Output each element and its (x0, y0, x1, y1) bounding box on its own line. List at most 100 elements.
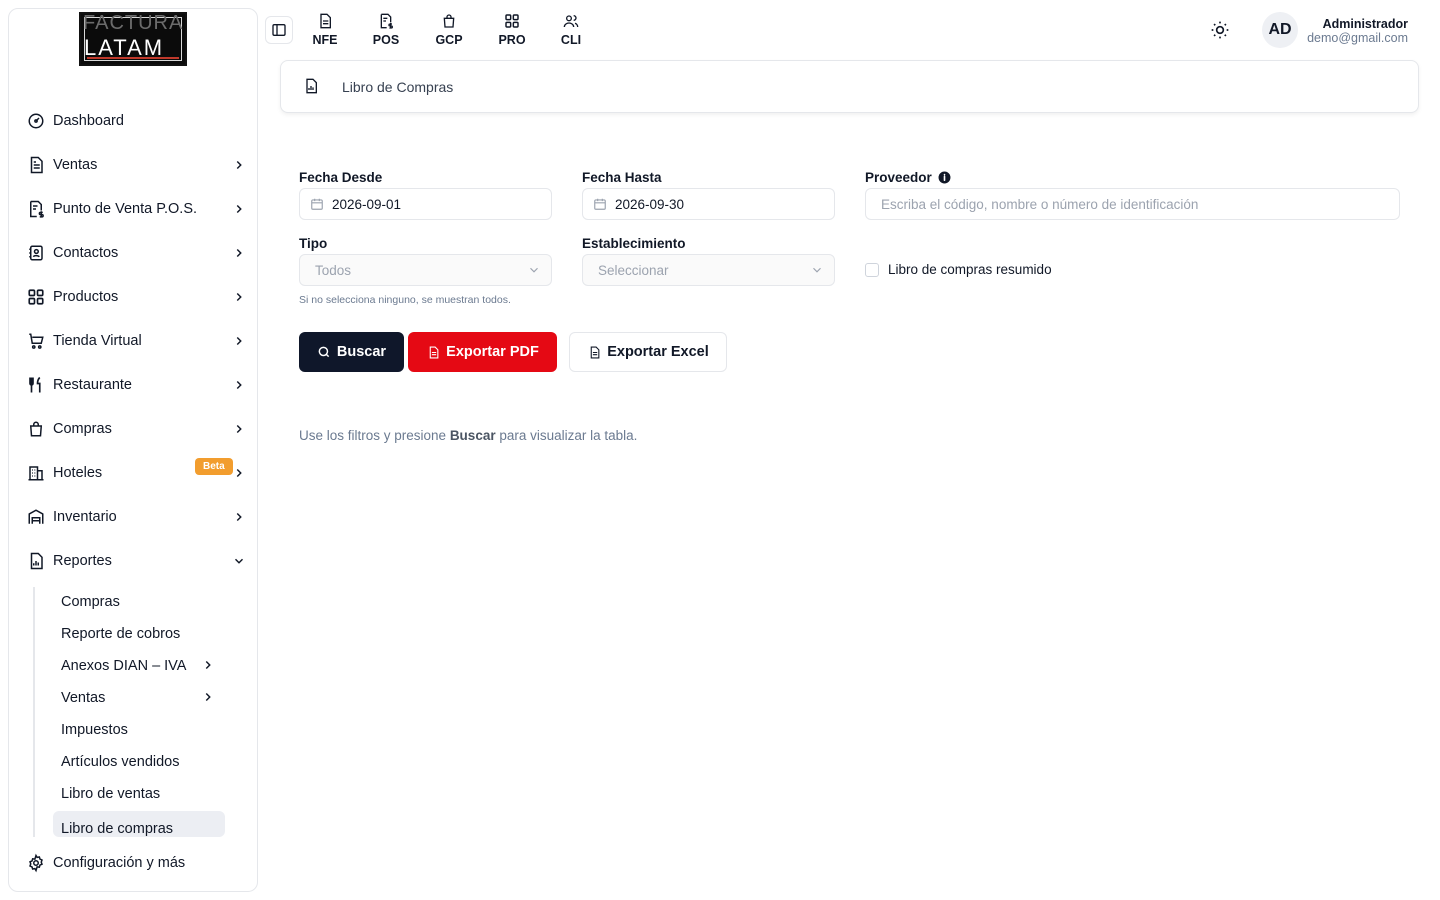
fecha-hasta-input[interactable]: 2026-09-30 (582, 188, 835, 220)
sidebar-item-dashboard[interactable]: Dashboard (25, 103, 251, 139)
submenu-item-compras[interactable]: Compras (53, 587, 225, 617)
tipo-label: Tipo (299, 236, 328, 251)
submenu-item-reporte-cobros[interactable]: Reporte de cobros (53, 619, 225, 649)
sidebar-item-reportes[interactable]: Reportes (25, 543, 251, 579)
tab-gcp[interactable]: GCP (429, 12, 469, 52)
resumido-label[interactable]: Libro de compras resumido (888, 262, 1052, 277)
sun-icon (1211, 21, 1229, 39)
chevron-right-icon (231, 245, 247, 261)
sidebar-item-contactos[interactable]: Contactos (25, 235, 251, 271)
submenu-item-label: Libro de compras (61, 821, 174, 837)
resumido-checkbox[interactable] (865, 263, 879, 277)
document-icon (426, 345, 440, 359)
sidebar-item-label: Restaurante (53, 377, 132, 393)
sidebar-item-inventario[interactable]: Inventario (25, 499, 251, 535)
sidebar-item-hoteles[interactable]: Hoteles Beta (25, 455, 251, 491)
tab-nfe[interactable]: NFE (305, 12, 345, 52)
page-title: Libro de Compras (342, 79, 454, 95)
sidebar-item-label: Inventario (53, 509, 117, 525)
chevron-right-icon (231, 289, 247, 305)
chevron-right-icon (231, 421, 247, 437)
chevron-right-icon (231, 509, 247, 525)
tab-label: CLI (560, 33, 582, 47)
info-icon[interactable] (938, 171, 951, 184)
calendar-icon (311, 198, 323, 210)
document-icon (587, 345, 601, 359)
fecha-desde-value: 2026-09-01 (332, 196, 402, 212)
sidebar-item-tienda-virtual[interactable]: Tienda Virtual (25, 323, 251, 359)
submenu-item-libro-compras[interactable]: Libro de compras (53, 811, 225, 837)
calendar-icon (594, 198, 606, 210)
beta-badge: Beta (195, 458, 233, 475)
sidebar-item-label: Punto de Venta P.O.S. (53, 201, 198, 217)
chevron-right-icon (231, 377, 247, 393)
shopping-bag-icon (27, 420, 45, 438)
sidebar-item-ventas[interactable]: Ventas (25, 147, 251, 183)
document-icon (317, 12, 333, 30)
chevron-right-icon (231, 333, 247, 349)
hint-after: para visualizar la tabla. (495, 428, 638, 443)
sidebar-toggle-button[interactable] (265, 16, 293, 44)
export-pdf-button[interactable]: Exportar PDF (408, 332, 557, 372)
chevron-down-icon (813, 267, 821, 273)
hint-before: Use los filtros y presione (299, 428, 450, 443)
user-email: demo@gmail.com (1307, 31, 1408, 45)
submenu-item-label: Anexos DIAN – IVA (61, 658, 187, 674)
submenu-item-articulos-vendidos[interactable]: Artículos vendidos (53, 747, 225, 777)
establecimiento-select[interactable]: Seleccionar (582, 254, 835, 286)
utensils-icon (27, 376, 45, 394)
search-button-label: Buscar (336, 344, 387, 360)
receipt-dollar-icon (27, 200, 45, 218)
export-pdf-label: Exportar PDF (446, 344, 539, 360)
brand-logo[interactable]: FACTURA LATAM (79, 12, 187, 66)
tab-pos[interactable]: POS (366, 12, 406, 52)
users-icon (563, 12, 579, 30)
contacts-icon (27, 244, 45, 262)
report-icon (27, 552, 45, 570)
sidebar-item-restaurante[interactable]: Restaurante (25, 367, 251, 403)
empty-state-hint: Use los filtros y presione Buscar para v… (299, 428, 637, 443)
tab-pro[interactable]: PRO (492, 12, 532, 52)
chevron-right-icon (201, 658, 217, 674)
export-excel-button[interactable]: Exportar Excel (569, 332, 727, 372)
fecha-desde-input[interactable]: 2026-09-01 (299, 188, 552, 220)
page-header: Libro de Compras (280, 60, 1419, 113)
warehouse-icon (27, 508, 45, 526)
establecimiento-selected-value: Seleccionar (598, 262, 669, 278)
fecha-hasta-value: 2026-09-30 (615, 196, 685, 212)
cart-icon (27, 332, 45, 350)
tab-label: POS (372, 33, 400, 47)
submenu-item-label: Libro de ventas (61, 786, 161, 802)
fecha-hasta-label: Fecha Hasta (582, 170, 662, 185)
search-button[interactable]: Buscar (299, 332, 404, 372)
submenu-item-anexos-dian[interactable]: Anexos DIAN – IVA (53, 651, 225, 681)
sidebar-item-configuracion[interactable]: Configuración y más (25, 845, 251, 881)
avatar[interactable]: AD (1262, 12, 1298, 48)
hint-bold: Buscar (449, 428, 496, 443)
sidebar-item-compras[interactable]: Compras (25, 411, 251, 447)
sidebar-item-productos[interactable]: Productos (25, 279, 251, 315)
export-excel-label: Exportar Excel (607, 344, 709, 360)
submenu-item-libro-ventas[interactable]: Libro de ventas (53, 779, 225, 809)
grid-icon (504, 12, 520, 30)
tab-cli[interactable]: CLI (551, 12, 591, 52)
proveedor-search-input[interactable]: Escriba el código, nombre o número de id… (865, 188, 1400, 220)
establecimiento-label: Establecimiento (582, 236, 686, 251)
tipo-select[interactable]: Todos (299, 254, 552, 286)
sidebar-item-label: Compras (53, 421, 112, 437)
sidebar-item-label: Configuración y más (53, 855, 186, 871)
proveedor-label-text: Proveedor (865, 170, 932, 185)
sidebar-item-pos[interactable]: Punto de Venta P.O.S. (25, 191, 251, 227)
proveedor-label: Proveedor (865, 170, 951, 185)
logo-underline (87, 57, 179, 59)
grid-icon (27, 288, 45, 306)
submenu-item-ventas[interactable]: Ventas (53, 683, 225, 713)
sidebar-item-label: Reportes (53, 553, 112, 569)
chevron-down-icon (530, 267, 538, 273)
sidebar-item-label: Ventas (53, 157, 98, 173)
sidebar: FACTURA LATAM Dashboard Ventas Punto de … (8, 8, 258, 892)
theme-toggle-button[interactable] (1208, 18, 1232, 42)
submenu-item-impuestos[interactable]: Impuestos (53, 715, 225, 745)
document-icon (27, 156, 45, 174)
building-icon (27, 464, 45, 482)
